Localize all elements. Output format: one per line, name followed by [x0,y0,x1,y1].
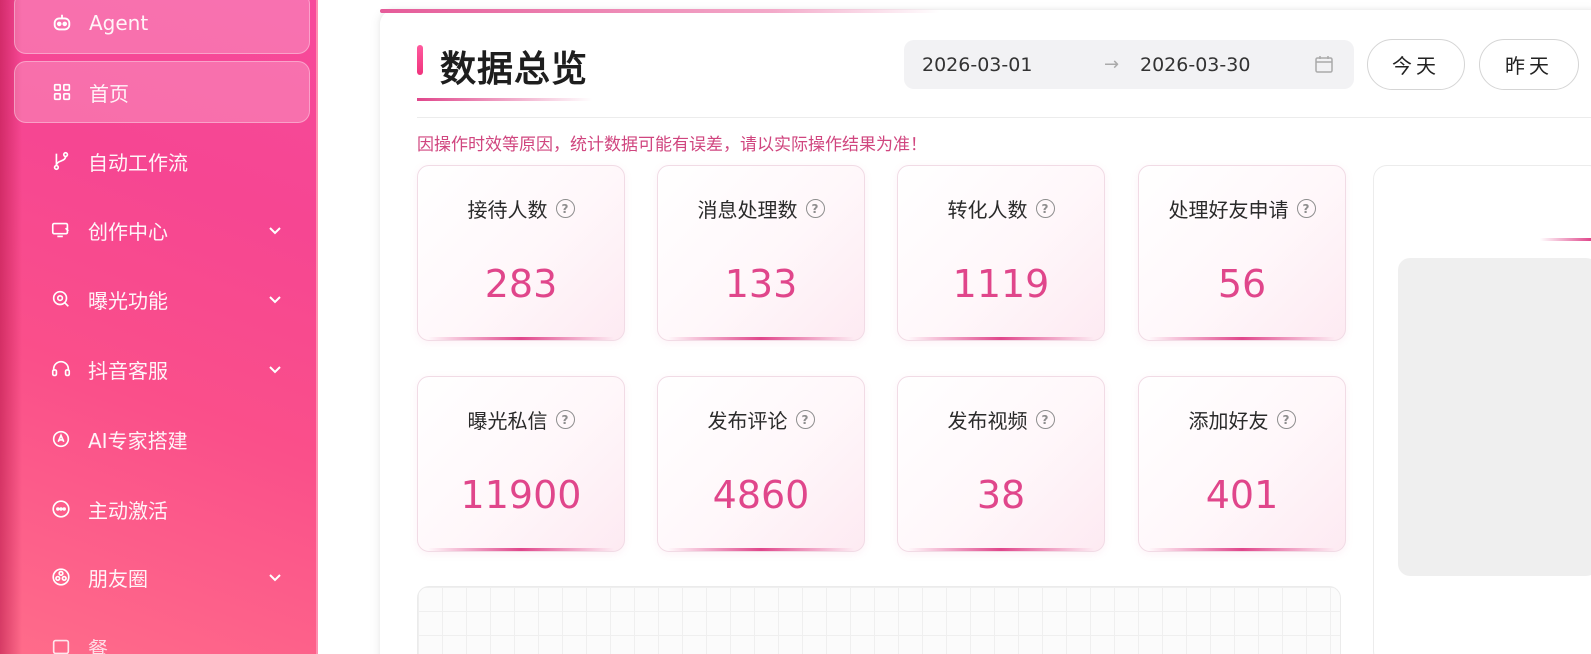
panel-top-accent [380,9,940,13]
sidebar-item-ai-expert[interactable]: AI专家搭建 [14,408,310,470]
robot-icon [51,12,73,34]
stat-label: 转化人数 [947,198,1028,222]
title-underline [417,98,592,101]
help-icon[interactable]: ? [1035,199,1055,218]
help-icon[interactable]: ? [1035,410,1055,429]
stat-card-conversions[interactable]: 转化人数? 1119 [897,165,1105,341]
today-button[interactable]: 今天 [1367,39,1465,90]
help-icon[interactable]: ? [1276,410,1296,429]
stat-value: 133 [724,262,798,306]
data-notice: 因操作时效等原因，统计数据可能有误差，请以实际操作结果为准！ [417,135,927,155]
stat-value: 4860 [712,473,810,517]
sidebar-item-label: Agent [89,11,149,35]
stat-label: 处理好友申请 [1168,198,1289,222]
page-title: 数据总览 [440,49,589,90]
stat-value: 401 [1205,473,1279,517]
sidebar-item-label: 餐 [88,636,108,654]
card-accent-line [428,337,614,340]
stat-card-add-friends[interactable]: 添加好友? 401 [1138,376,1346,552]
sidebar-item-label: AI专家搭建 [88,428,188,453]
stat-card-friend-requests[interactable]: 处理好友申请? 56 [1138,165,1346,341]
stat-label: 接待人数 [467,198,548,222]
date-range-picker[interactable]: 2026-03-01 → 2026-03-30 [904,40,1354,89]
stat-card-reception[interactable]: 接待人数? 283 [417,165,625,341]
stat-card-videos[interactable]: 发布视频? 38 [897,376,1105,552]
stat-label: 曝光私信 [467,409,548,433]
stat-value: 56 [1217,262,1267,306]
yesterday-button[interactable]: 昨天 [1479,39,1579,90]
date-start[interactable]: 2026-03-01 [922,54,1032,76]
sidebar-item-moments[interactable]: 朋友圈 [14,546,310,608]
sidebar: Agent 首页 自动工作流 创作中心 曝光功能 抖音客服 AI专家搭建 主动激… [0,0,318,654]
sidebar-item-douyin-service[interactable]: 抖音客服 [14,338,310,400]
help-icon[interactable]: ? [555,410,575,429]
chart-panel [417,586,1341,654]
partial-icon [50,636,72,654]
stat-card-messages[interactable]: 消息处理数? 133 [657,165,865,341]
card-accent-line [908,337,1094,340]
sidebar-item-partial[interactable]: 餐 [14,616,310,654]
arrow-right-icon: → [1104,54,1120,75]
sidebar-item-home[interactable]: 首页 [14,61,310,123]
calendar-icon [1315,56,1333,73]
chat-bubble-icon [50,498,72,520]
sidebar-item-label: 创作中心 [88,219,168,244]
stat-card-comments[interactable]: 发布评论? 4860 [657,376,865,552]
card-accent-line [1149,337,1335,340]
date-end[interactable]: 2026-03-30 [1140,54,1250,76]
side-panel-placeholder [1398,258,1591,576]
sidebar-item-workflow[interactable]: 自动工作流 [14,130,310,192]
help-icon[interactable]: ? [555,199,575,218]
stat-card-exposure-dm[interactable]: 曝光私信? 11900 [417,376,625,552]
header-divider [417,117,1591,118]
card-accent-line [908,548,1094,551]
sidebar-item-label: 抖音客服 [88,358,168,383]
sidebar-item-label: 自动工作流 [88,150,188,175]
stat-label: 发布评论 [707,409,788,433]
aperture-icon [50,566,72,588]
title-accent-bar [417,45,423,75]
help-icon[interactable]: ? [1296,199,1316,218]
help-icon[interactable]: ? [795,410,815,429]
chevron-down-icon [269,574,281,582]
card-accent-line [668,548,854,551]
stat-label: 发布视频 [947,409,1028,433]
card-accent-line [1149,548,1335,551]
branch-icon [50,150,72,172]
sidebar-item-label: 朋友圈 [88,566,148,591]
sidebar-item-exposure[interactable]: 曝光功能 [14,268,310,330]
card-accent-line [668,337,854,340]
sidebar-item-label: 首页 [89,81,129,106]
stat-label: 消息处理数 [697,198,798,222]
eye-search-icon [50,288,72,310]
ai-build-icon [50,428,72,450]
stat-value: 38 [976,473,1026,517]
stat-label: 添加好友 [1188,409,1269,433]
monitor-pen-icon [50,219,72,241]
stat-value: 1119 [952,262,1050,306]
chevron-down-icon [269,296,281,304]
stat-value: 11900 [460,473,582,517]
sidebar-item-label: 曝光功能 [88,288,168,313]
sidebar-item-agent[interactable]: Agent [14,0,310,54]
side-panel-accent [1540,238,1591,241]
chevron-down-icon [269,227,281,235]
sidebar-item-creation[interactable]: 创作中心 [14,199,310,261]
card-accent-line [428,548,614,551]
grid-icon [51,81,73,103]
sidebar-item-activate[interactable]: 主动激活 [14,478,310,540]
help-icon[interactable]: ? [805,199,825,218]
sidebar-item-label: 主动激活 [88,498,168,523]
stat-value: 283 [484,262,558,306]
headset-icon [50,358,72,380]
chevron-down-icon [269,366,281,374]
